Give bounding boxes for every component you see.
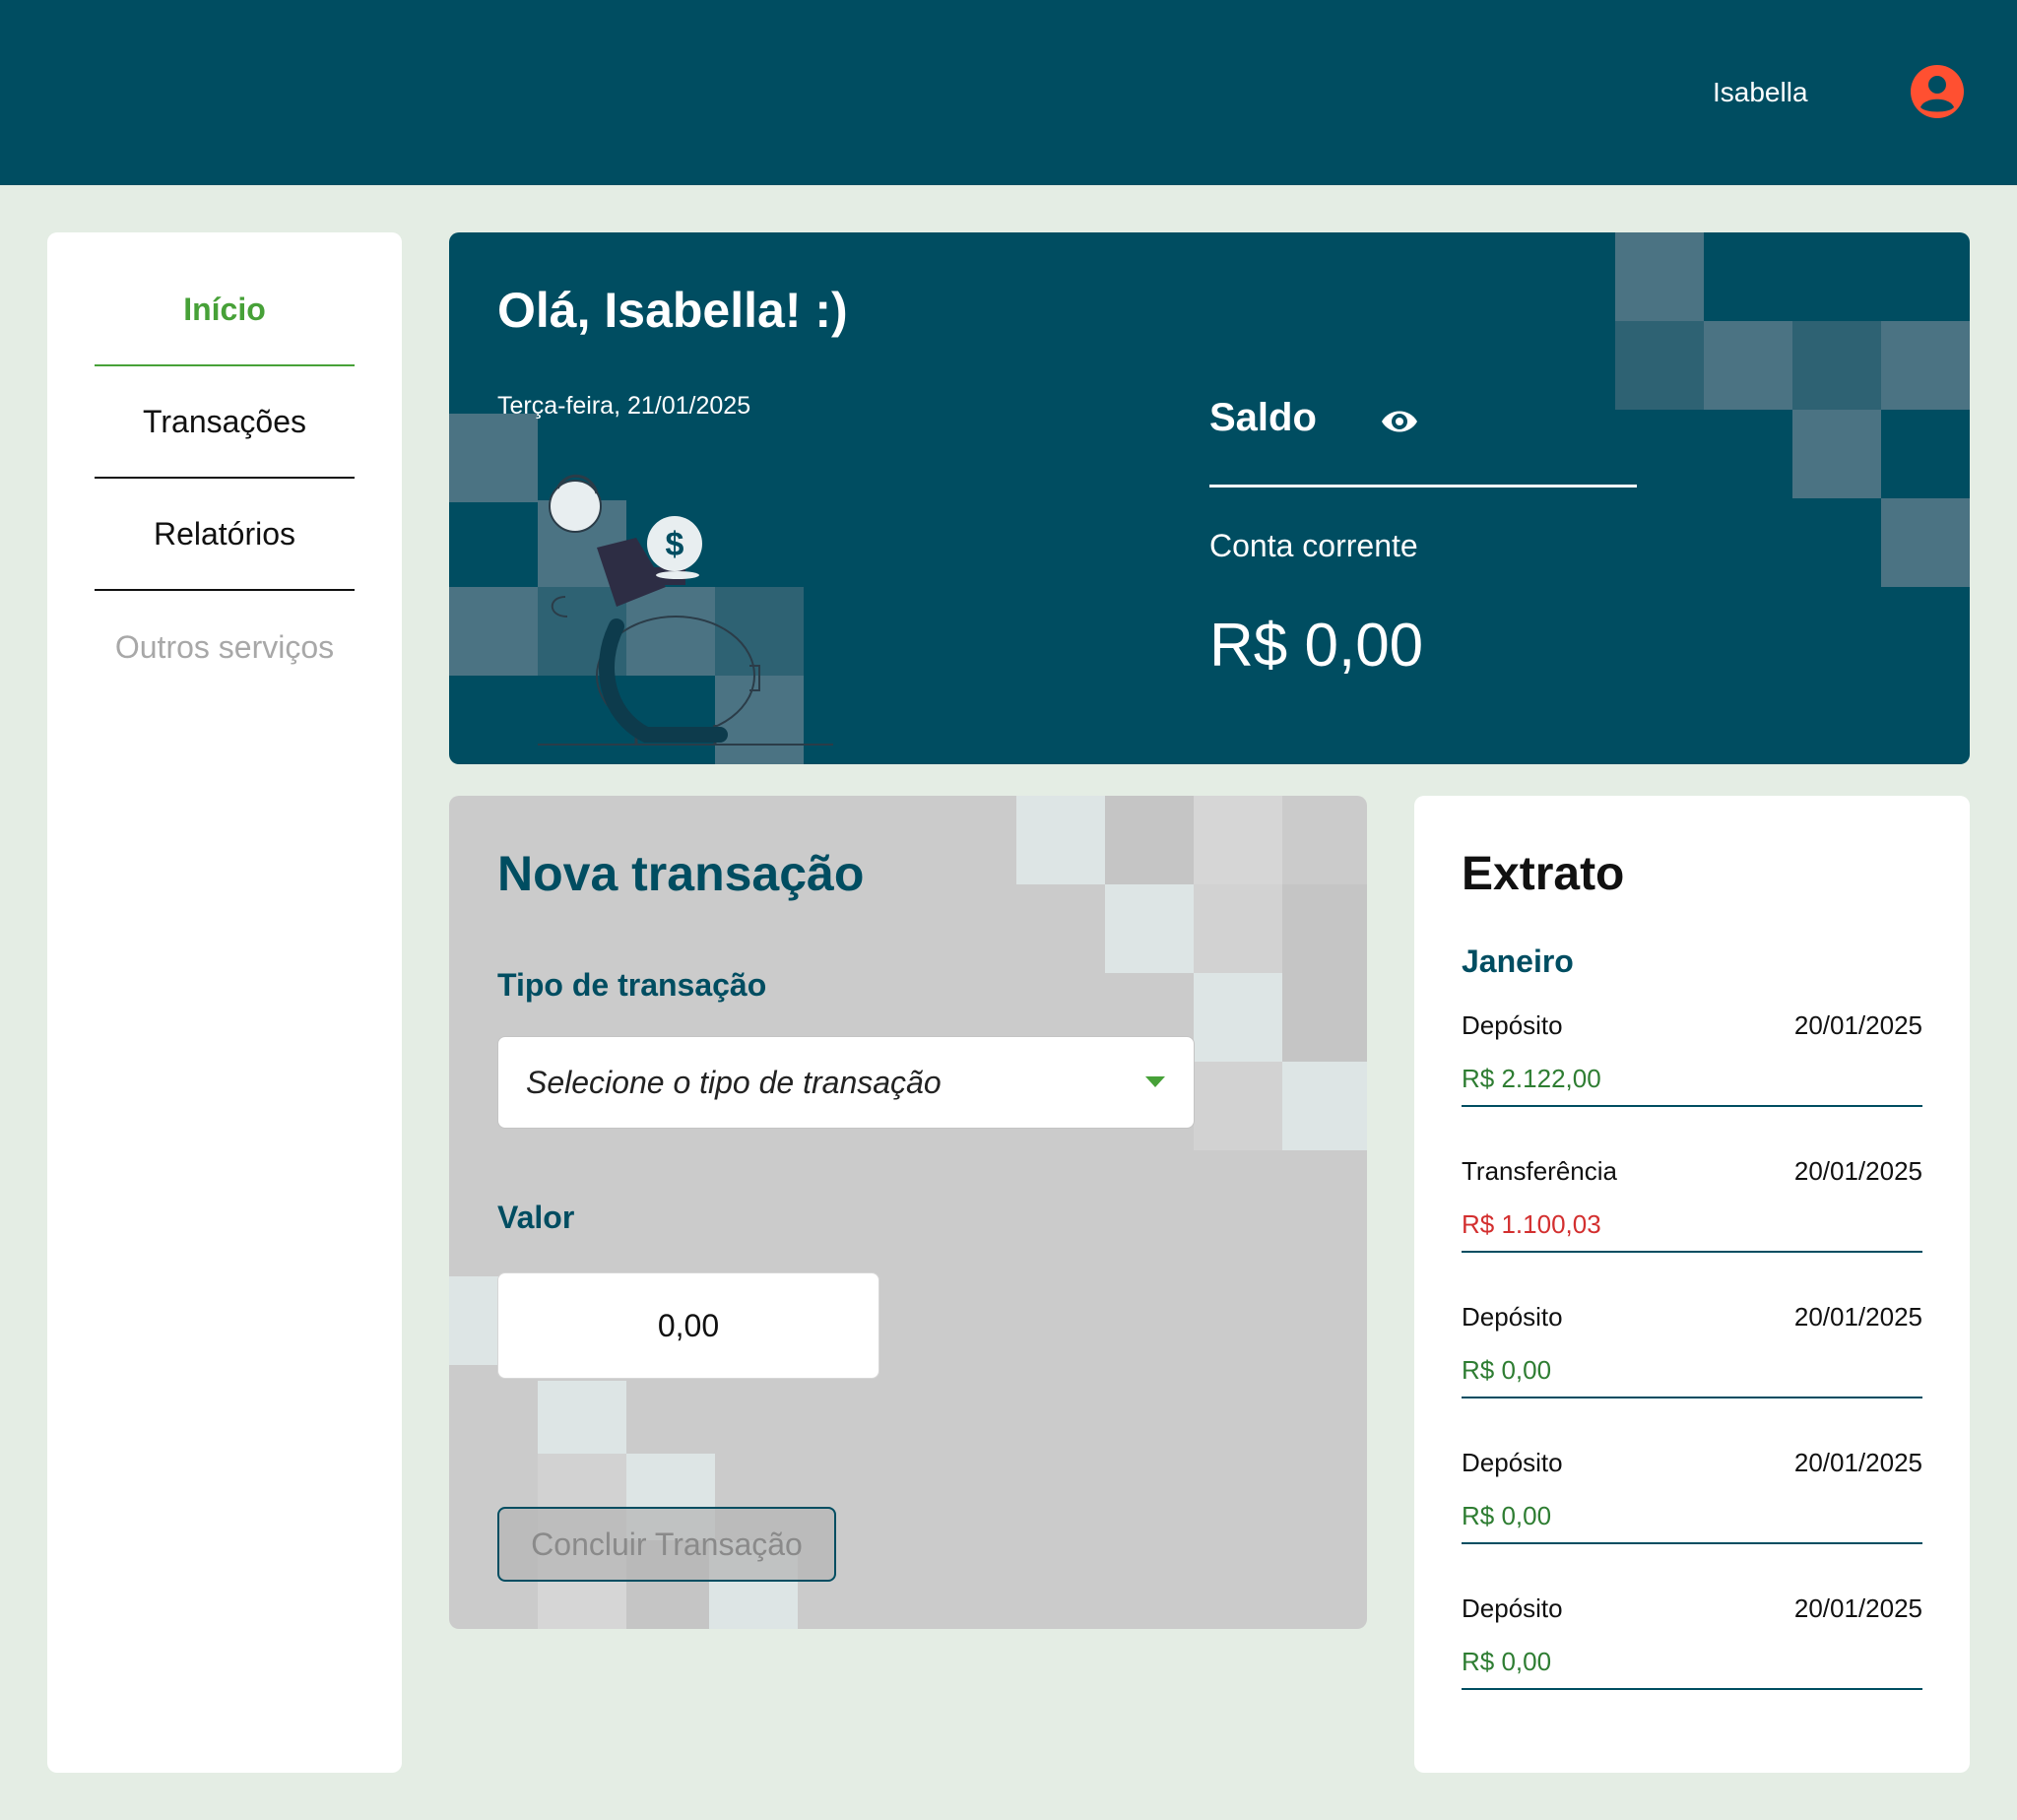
statement-month: Janeiro (1462, 943, 1574, 979)
value-label: Valor (497, 1200, 575, 1235)
svg-text:$: $ (666, 526, 684, 563)
statement-item-type: Depósito (1462, 1448, 1563, 1477)
chevron-down-icon (1145, 1076, 1165, 1087)
piggy-bank-illustration: $ (538, 474, 833, 746)
decor-square (1792, 410, 1881, 498)
decor-square (1194, 884, 1282, 973)
decor-square (1282, 973, 1367, 1062)
balance-card: Olá, Isabella! :) Terça-feira, 21/01/202… (449, 232, 1970, 764)
statement-item-amount: R$ 0,00 (1462, 1647, 1552, 1676)
decor-square (1282, 884, 1367, 973)
statement-item-type: Depósito (1462, 1302, 1563, 1332)
statement-item: Depósito 20/01/2025 R$ 0,00 (1462, 1436, 1922, 1544)
current-date: Terça-feira, 21/01/2025 (497, 392, 751, 420)
decor-square (1194, 796, 1282, 884)
saldo-divider (1209, 485, 1637, 488)
decor-square (1881, 498, 1970, 587)
decor-square (1881, 321, 1970, 410)
sidebar-item-inicio[interactable]: Início (95, 254, 355, 366)
statement-item-amount: R$ 2.122,00 (1462, 1064, 1601, 1093)
new-transaction-title: Nova transação (497, 846, 865, 901)
decor-square (1105, 884, 1194, 973)
sidebar-item-transacoes[interactable]: Transações (95, 366, 355, 479)
statement-item-date: 20/01/2025 (1793, 1593, 1922, 1623)
balance-value: R$ 0,00 (1209, 612, 1424, 680)
statement-card: Extrato Janeiro Depósito 20/01/2025 R$ 2… (1414, 796, 1970, 1773)
statement-item: Depósito 20/01/2025 R$ 0,00 (1462, 1290, 1922, 1398)
new-transaction-card: Nova transação Tipo de transação Selecio… (449, 796, 1367, 1629)
transaction-type-select[interactable]: Selecione o tipo de transação (497, 1036, 1195, 1129)
submit-transaction-button[interactable]: Concluir Transação (497, 1507, 836, 1582)
statement-item-date: 20/01/2025 (1793, 1448, 1922, 1477)
decor-square (1282, 1062, 1367, 1150)
account-type-label: Conta corrente (1209, 528, 1418, 563)
eye-icon[interactable] (1380, 402, 1419, 441)
value-input[interactable] (497, 1272, 879, 1379)
user-name: Isabella (1713, 77, 1808, 107)
decor-square (1194, 1062, 1282, 1150)
transaction-type-placeholder: Selecione o tipo de transação (526, 1065, 942, 1100)
decor-square (1704, 321, 1792, 410)
decor-square (1792, 321, 1881, 410)
statement-item-amount: R$ 0,00 (1462, 1501, 1552, 1530)
user-avatar-icon[interactable] (1910, 64, 1965, 119)
statement-item: Depósito 20/01/2025 R$ 2.122,00 (1462, 999, 1922, 1107)
decor-square (1105, 796, 1194, 884)
statement-item: Depósito 20/01/2025 R$ 0,00 (1462, 1582, 1922, 1690)
statement-title: Extrato (1462, 848, 1625, 900)
statement-item-date: 20/01/2025 (1793, 1010, 1922, 1040)
statement-item-type: Depósito (1462, 1593, 1563, 1623)
decor-square (1194, 973, 1282, 1062)
statement-item: Transferência 20/01/2025 R$ 1.100,03 (1462, 1144, 1922, 1253)
statement-item-amount: R$ 0,00 (1462, 1355, 1552, 1385)
statement-item-amount: R$ 1.100,03 (1462, 1209, 1601, 1239)
sidebar-item-relatorios[interactable]: Relatórios (95, 479, 355, 591)
transaction-type-label: Tipo de transação (497, 967, 767, 1003)
sidebar: Início Transações Relatórios Outros serv… (47, 232, 402, 1773)
statement-item-type: Transferência (1462, 1156, 1617, 1186)
statement-item-date: 20/01/2025 (1793, 1302, 1922, 1332)
greeting-title: Olá, Isabella! :) (497, 283, 848, 338)
decor-square (1016, 796, 1105, 884)
decor-square (449, 587, 538, 676)
decor-square (1615, 321, 1704, 410)
statement-item-type: Depósito (1462, 1010, 1563, 1040)
sidebar-item-outros-servicos[interactable]: Outros serviços (95, 591, 355, 703)
decor-square (449, 414, 538, 502)
saldo-label: Saldo (1209, 396, 1317, 439)
statement-item-date: 20/01/2025 (1793, 1156, 1922, 1186)
top-bar: Isabella (0, 0, 2017, 185)
decor-square (1615, 232, 1704, 321)
